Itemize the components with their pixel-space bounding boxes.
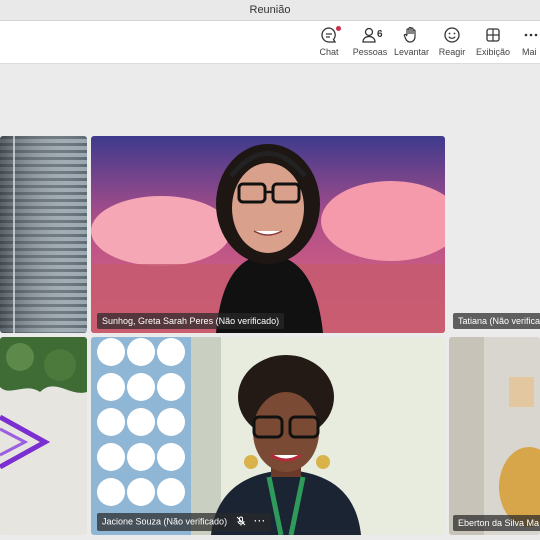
react-button[interactable]: Reagir	[438, 25, 466, 57]
view-label: Exibição	[475, 47, 511, 57]
meeting-toolbar: Chat 6 Pessoas Levantar Reagir Exibição …	[0, 21, 540, 64]
greta-video	[91, 136, 445, 333]
more-button[interactable]: Mai	[522, 25, 540, 57]
smiley-icon	[442, 25, 462, 45]
participant-name-text: Tatiana (Não verifica	[458, 316, 540, 326]
plants-video	[0, 337, 87, 535]
raise-hand-button[interactable]: Levantar	[394, 25, 430, 57]
participant-name-text: Eberton da Silva Ma	[458, 518, 540, 528]
participant-name: Jacione Souza (Não verificado) ···	[97, 513, 272, 531]
video-tile-tatiana[interactable]: Tatiana (Não verifica	[449, 136, 540, 333]
chat-label: Chat	[319, 47, 339, 57]
video-grid: Sunhog, Greta Sarah Peres (Não verificad…	[0, 64, 540, 540]
participant-name: Eberton da Silva Ma	[453, 515, 540, 531]
video-tile-eberton[interactable]: Eberton da Silva Ma	[449, 337, 540, 535]
eberton-video	[449, 337, 540, 535]
view-button[interactable]: Exibição	[475, 25, 511, 57]
chat-icon	[319, 25, 341, 45]
people-count: 6	[377, 29, 383, 40]
video-tile-greta[interactable]: Sunhog, Greta Sarah Peres (Não verificad…	[91, 136, 445, 333]
participant-more-icon[interactable]: ···	[254, 516, 266, 526]
participant-name: Tatiana (Não verifica	[453, 313, 540, 329]
notification-dot	[336, 26, 341, 31]
video-tile-jacione[interactable]: Jacione Souza (Não verificado) ···	[91, 337, 445, 535]
react-label: Reagir	[438, 47, 466, 57]
more-icon	[522, 25, 540, 45]
window-title: Reunião	[0, 0, 540, 21]
chat-button[interactable]: Chat	[314, 25, 344, 57]
more-label: Mai	[522, 47, 537, 57]
people-icon: 6	[355, 25, 385, 45]
participant-name: Sunhog, Greta Sarah Peres (Não verificad…	[97, 313, 285, 329]
hand-icon	[401, 25, 421, 45]
people-label: Pessoas	[352, 47, 388, 57]
grid-view-icon	[483, 25, 503, 45]
participant-name-text: Sunhog, Greta Sarah Peres (Não verificad…	[102, 316, 280, 326]
participant-name-text: Jacione Souza (Não verificado)	[102, 516, 228, 527]
people-button[interactable]: 6 Pessoas	[352, 25, 388, 57]
video-tile-blinds[interactable]	[0, 136, 87, 333]
raise-label: Levantar	[394, 47, 430, 57]
video-tile-plants[interactable]	[0, 337, 87, 535]
mic-muted-icon	[236, 516, 246, 528]
blinds-video	[0, 136, 87, 333]
jacione-video	[91, 337, 445, 535]
